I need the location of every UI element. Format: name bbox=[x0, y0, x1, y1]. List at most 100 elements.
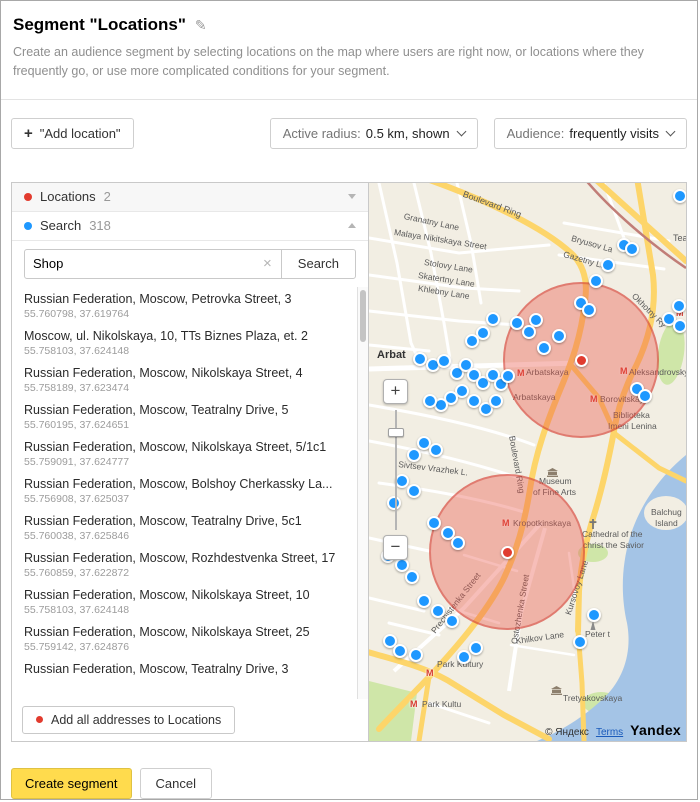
location-marker[interactable] bbox=[431, 604, 445, 618]
search-section-label: Search bbox=[40, 218, 81, 233]
location-marker[interactable] bbox=[395, 558, 409, 572]
location-marker[interactable] bbox=[638, 389, 652, 403]
list-item[interactable]: Russian Federation, Moscow, Teatralny Dr… bbox=[12, 509, 357, 546]
location-marker[interactable] bbox=[537, 341, 551, 355]
active-radius-value: 0.5 km, shown bbox=[366, 126, 450, 141]
locations-panel: Locations 2 Search 318 × Search bbox=[12, 183, 369, 741]
location-marker[interactable] bbox=[445, 614, 459, 628]
search-input[interactable] bbox=[25, 256, 254, 271]
map-canvas[interactable]: + − © Яндекс Terms Yandex Boulevard Ring… bbox=[369, 183, 686, 741]
add-location-button[interactable]: + "Add location" bbox=[11, 118, 134, 149]
search-button[interactable]: Search bbox=[282, 250, 355, 278]
blue-dot-icon bbox=[24, 222, 32, 230]
location-marker[interactable] bbox=[405, 570, 419, 584]
location-marker[interactable] bbox=[423, 394, 437, 408]
zoom-out-button[interactable]: − bbox=[383, 535, 408, 560]
active-radius-label: Active radius: bbox=[283, 126, 361, 141]
add-all-row: Add all addresses to Locations bbox=[12, 699, 368, 741]
location-marker[interactable] bbox=[457, 650, 471, 664]
segment-builder-panel: Locations 2 Search 318 × Search bbox=[11, 182, 687, 742]
selected-location-marker[interactable] bbox=[575, 354, 588, 367]
result-address: Russian Federation, Moscow, Nikolskaya S… bbox=[24, 588, 349, 602]
plus-icon: + bbox=[24, 127, 33, 140]
list-item[interactable]: Russian Federation, Moscow, Teatralny Dr… bbox=[12, 398, 357, 435]
list-item[interactable]: Russian Federation, Moscow, Petrovka Str… bbox=[12, 287, 357, 324]
result-address: Russian Federation, Moscow, Bolshoy Cher… bbox=[24, 477, 349, 491]
location-marker[interactable] bbox=[429, 443, 443, 457]
page-title: Segment "Locations" bbox=[13, 15, 186, 35]
result-coords: 55.758103, 37.624148 bbox=[24, 345, 349, 357]
header: Segment "Locations" ✎ Create an audience… bbox=[1, 1, 697, 81]
list-item[interactable]: Russian Federation, Moscow, Nikolskaya S… bbox=[12, 583, 357, 620]
location-marker[interactable] bbox=[510, 316, 524, 330]
scrollbar-thumb[interactable] bbox=[360, 290, 366, 342]
location-marker[interactable] bbox=[417, 594, 431, 608]
toolbar: + "Add location" Active radius: 0.5 km, … bbox=[1, 100, 697, 149]
add-all-button[interactable]: Add all addresses to Locations bbox=[22, 706, 235, 734]
location-marker[interactable] bbox=[582, 303, 596, 317]
location-marker[interactable] bbox=[625, 242, 639, 256]
location-marker[interactable] bbox=[413, 352, 427, 366]
result-coords: 55.760859, 37.622872 bbox=[24, 567, 349, 579]
yandex-logo[interactable]: Yandex bbox=[630, 722, 681, 738]
list-item[interactable]: Russian Federation, Moscow, Bolshoy Cher… bbox=[12, 472, 357, 509]
selected-location-marker[interactable] bbox=[501, 546, 514, 559]
segment-editor-page: Segment "Locations" ✎ Create an audience… bbox=[0, 0, 698, 800]
terms-link[interactable]: Terms bbox=[596, 727, 623, 738]
list-item[interactable]: Russian Federation, Moscow, Nikolskaya S… bbox=[12, 435, 357, 472]
location-marker[interactable] bbox=[489, 394, 503, 408]
location-marker[interactable] bbox=[589, 274, 603, 288]
location-marker[interactable] bbox=[395, 474, 409, 488]
list-item[interactable]: Russian Federation, Moscow, Rozhdestvenk… bbox=[12, 546, 357, 583]
audience-label: Audience: bbox=[507, 126, 565, 141]
zoom-in-button[interactable]: + bbox=[383, 379, 408, 404]
location-marker[interactable] bbox=[451, 536, 465, 550]
location-marker[interactable] bbox=[393, 644, 407, 658]
result-address: Russian Federation, Moscow, Teatralny Dr… bbox=[24, 514, 349, 528]
location-marker[interactable] bbox=[409, 648, 423, 662]
location-marker[interactable] bbox=[573, 635, 587, 649]
location-marker[interactable] bbox=[673, 189, 686, 203]
results-scrollbar[interactable] bbox=[357, 287, 368, 699]
location-marker[interactable] bbox=[465, 334, 479, 348]
location-marker[interactable] bbox=[673, 319, 686, 333]
result-address: Russian Federation, Moscow, Teatralny Dr… bbox=[24, 662, 349, 676]
location-marker[interactable] bbox=[427, 516, 441, 530]
locations-section-header[interactable]: Locations 2 bbox=[12, 183, 368, 212]
location-marker[interactable] bbox=[387, 496, 401, 510]
result-coords: 55.759091, 37.624777 bbox=[24, 456, 349, 468]
list-item[interactable]: Moscow, ul. Nikolskaya, 10, TTs Biznes P… bbox=[12, 324, 357, 361]
result-address: Russian Federation, Moscow, Rozhdestvenk… bbox=[24, 551, 349, 565]
search-count: 318 bbox=[89, 218, 111, 233]
location-marker[interactable] bbox=[407, 448, 421, 462]
edit-title-icon[interactable]: ✎ bbox=[195, 17, 207, 34]
add-all-label: Add all addresses to Locations bbox=[51, 713, 221, 727]
location-marker[interactable] bbox=[501, 369, 515, 383]
collapse-caret-icon bbox=[348, 194, 356, 199]
location-marker[interactable] bbox=[522, 325, 536, 339]
cancel-button[interactable]: Cancel bbox=[140, 768, 212, 799]
locations-section-label: Locations bbox=[40, 189, 96, 204]
map-attribution: © Яндекс Terms Yandex bbox=[545, 722, 681, 738]
location-marker[interactable] bbox=[601, 258, 615, 272]
chevron-down-icon bbox=[666, 126, 676, 136]
create-segment-button[interactable]: Create segment bbox=[11, 768, 132, 799]
list-item[interactable]: Russian Federation, Moscow, Nikolskaya S… bbox=[12, 361, 357, 398]
active-radius-dropdown[interactable]: Active radius: 0.5 km, shown bbox=[270, 118, 478, 149]
audience-dropdown[interactable]: Audience: frequently visits bbox=[494, 118, 687, 149]
location-marker[interactable] bbox=[469, 641, 483, 655]
location-marker[interactable] bbox=[587, 608, 601, 622]
list-item[interactable]: Russian Federation, Moscow, Nikolskaya S… bbox=[12, 620, 357, 657]
clear-search-icon[interactable]: × bbox=[254, 255, 281, 272]
result-address: Russian Federation, Moscow, Petrovka Str… bbox=[24, 292, 349, 306]
result-address: Russian Federation, Moscow, Nikolskaya S… bbox=[24, 440, 349, 454]
location-marker[interactable] bbox=[552, 329, 566, 343]
location-marker[interactable] bbox=[437, 354, 451, 368]
location-marker[interactable] bbox=[672, 299, 686, 313]
search-section-header[interactable]: Search 318 bbox=[12, 212, 368, 241]
zoom-slider-handle[interactable] bbox=[388, 428, 404, 437]
location-marker[interactable] bbox=[407, 484, 421, 498]
location-marker[interactable] bbox=[486, 312, 500, 326]
audience-value: frequently visits bbox=[569, 126, 659, 141]
list-item[interactable]: Russian Federation, Moscow, Teatralny Dr… bbox=[12, 657, 357, 682]
